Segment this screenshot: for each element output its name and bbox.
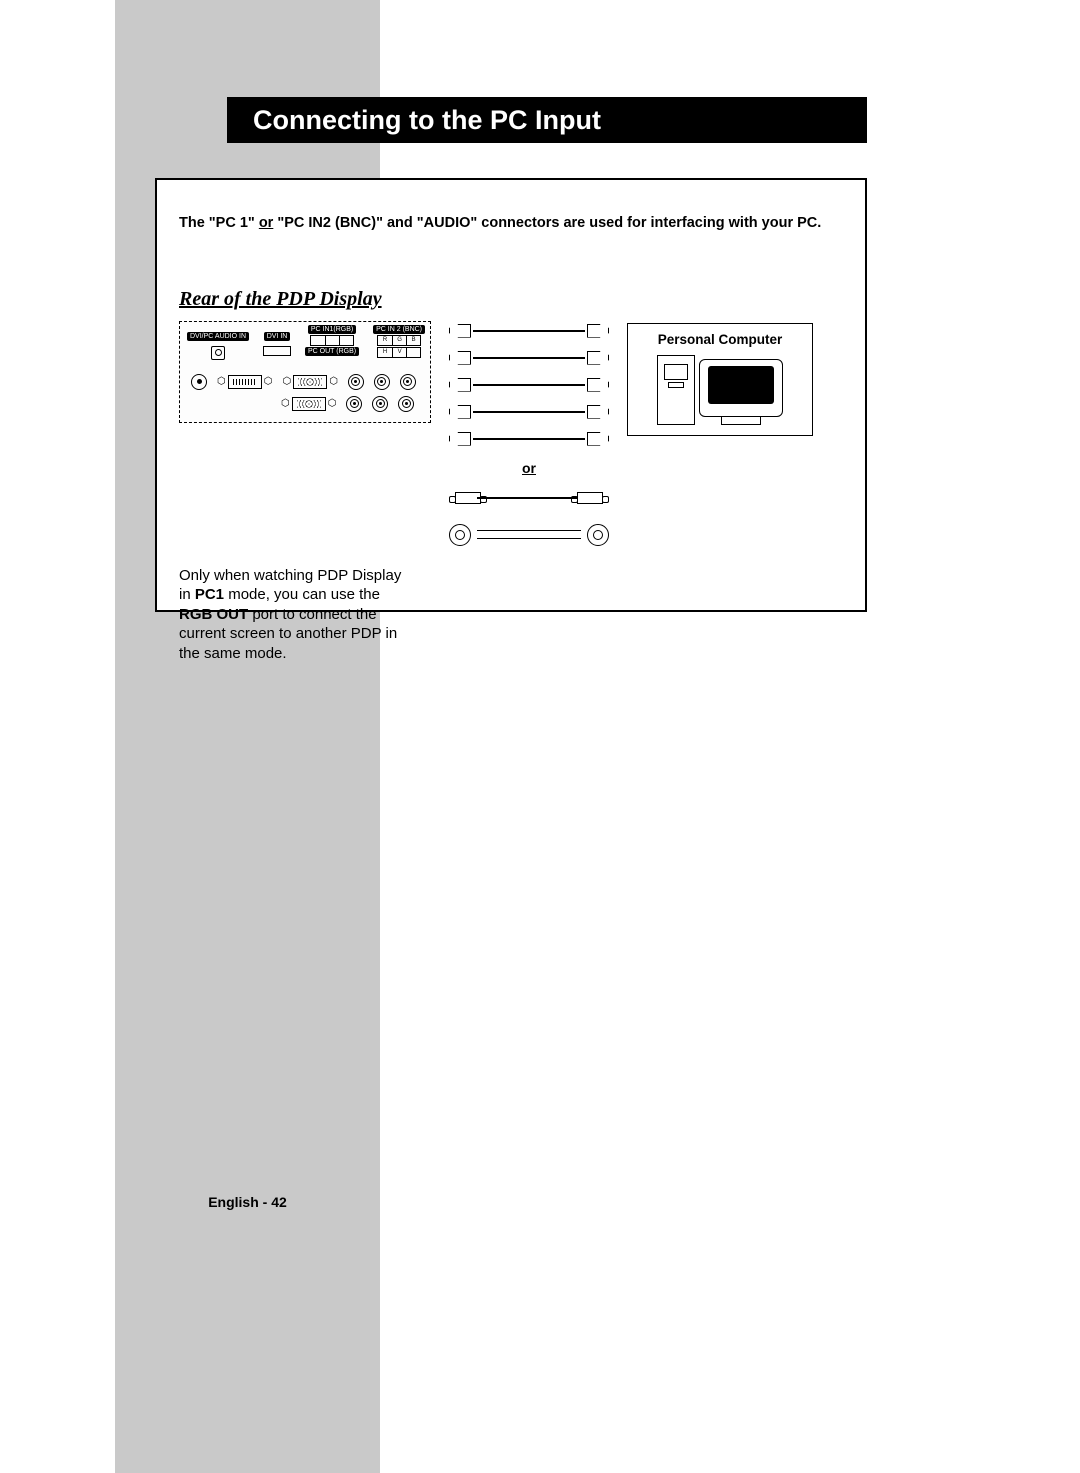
intro-post: "PC IN2 (BNC)" and "AUDIO" connectors ar… xyxy=(273,215,821,231)
pc-tower-icon xyxy=(657,355,695,425)
note-t2: mode, you can use the xyxy=(224,586,380,603)
audio-jack-icon xyxy=(211,346,225,360)
bnc-port-icon xyxy=(372,396,388,412)
label-pc-in2: PC IN 2 (BNC) xyxy=(373,325,425,334)
bnc-port-icon xyxy=(398,396,414,412)
intro-text: The "PC 1" or "PC IN2 (BNC)" and "AUDIO"… xyxy=(179,214,843,234)
bnc-port-icon xyxy=(400,374,416,390)
rear-panel-illustration: DVI/PC AUDIO IN DVI IN PC IN1(RGB) PC OU… xyxy=(179,321,431,423)
bnc-port-icon xyxy=(348,374,364,390)
note-b1: PC1 xyxy=(195,586,224,603)
title-bar: Connecting to the PC Input xyxy=(227,97,867,143)
pc-illustration xyxy=(634,355,806,425)
dvi-slot-icon xyxy=(263,346,291,356)
note-b2: RGB OUT xyxy=(179,606,248,623)
or-label: or xyxy=(522,460,536,476)
note-text: Only when watching PDP Display in PC1 mo… xyxy=(179,566,415,664)
diagram-row: DVI/PC AUDIO IN DVI IN PC IN1(RGB) PC OU… xyxy=(179,321,843,548)
pc-monitor-icon xyxy=(699,359,783,425)
bnc-top-cell: G xyxy=(392,336,406,345)
vga-port-icon: ⬡⬡ xyxy=(281,397,336,411)
bnc-cable-icon xyxy=(449,350,609,366)
bnc-bot-cell xyxy=(406,348,420,357)
bnc-cable-icon xyxy=(449,431,609,447)
label-audio-in: DVI/PC AUDIO IN xyxy=(187,332,249,341)
pc-box: Personal Computer xyxy=(627,323,813,436)
vga-cable-icon xyxy=(449,489,609,507)
jack-icon xyxy=(191,374,207,390)
bnc-bot-cell: V xyxy=(392,348,406,357)
bnc-port-icon xyxy=(346,396,362,412)
bnc-cable-icon xyxy=(449,377,609,393)
bnc-cable-icon xyxy=(449,404,609,420)
dvi-port-icon: ⬡⬡ xyxy=(217,375,272,389)
diagram-subtitle: Rear of the PDP Display xyxy=(179,288,843,311)
bnc-cable-icon xyxy=(449,323,609,339)
content-frame: The "PC 1" or "PC IN2 (BNC)" and "AUDIO"… xyxy=(155,178,867,612)
pc-box-title: Personal Computer xyxy=(634,332,806,347)
page-title: Connecting to the PC Input xyxy=(227,105,601,136)
intro-or: or xyxy=(259,215,274,231)
intro-pre: The "PC 1" xyxy=(179,215,259,231)
label-dvi-in: DVI IN xyxy=(264,332,291,341)
vga-port-icon: ⬡⬡ xyxy=(282,375,337,389)
note-row: Only when watching PDP Display in PC1 mo… xyxy=(179,566,843,664)
cable-diagram: or xyxy=(445,321,613,548)
bnc-top-cell: R xyxy=(378,336,392,345)
bnc-top-cell: B xyxy=(406,336,420,345)
page-footer: English - 42 xyxy=(115,1194,380,1210)
bnc-bot-cell: H xyxy=(378,348,392,357)
audio-cable-icon xyxy=(449,522,609,548)
label-pc-in1: PC IN1(RGB) xyxy=(308,325,356,334)
bnc-port-icon xyxy=(374,374,390,390)
label-pc-out: PC OUT (RGB) xyxy=(305,347,359,356)
